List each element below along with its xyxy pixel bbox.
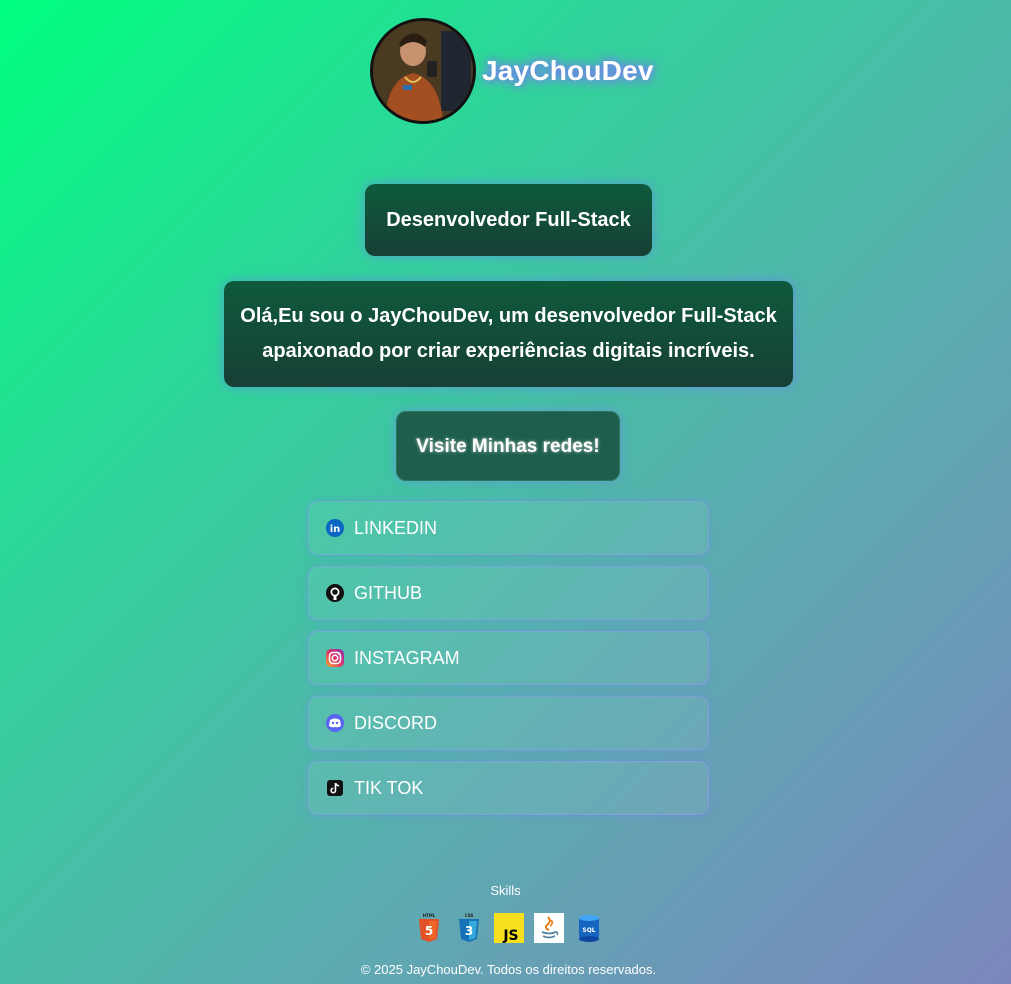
css3-icon: CSS 3 [459,913,479,942]
intro-line-2: apaixonado por criar experiências digita… [262,340,755,362]
javascript-icon: JS [494,913,524,943]
footer-copyright: © 2025 JayChouDev. Todos os direitos res… [360,962,657,977]
svg-text:SQL: SQL [582,927,595,934]
linkedin-icon: in [326,519,344,537]
intro-card: Olá,Eu sou o JayChouDev, um desenvolvedo… [224,281,793,387]
html5-icon: HTML 5 [419,913,439,942]
java-icon [534,913,564,943]
link-tiktok[interactable]: TIK TOK [308,761,709,815]
svg-text:HTML: HTML [423,913,436,918]
tiktok-icon [327,780,343,796]
role-title: Desenvolvedor Full-Stack [365,184,652,256]
brand-name: JayChouDev [482,55,654,86]
link-label: LINKEDIN [354,517,438,538]
svg-text:JS: JS [502,928,518,943]
skills-heading: Skills [490,883,521,898]
profile-header: JayChouDev [370,18,654,124]
link-label: DISCORD [354,712,438,733]
intro-line-1: Olá,Eu sou o JayChouDev, um desenvolvedo… [240,305,777,327]
svg-text:CSS: CSS [465,913,474,918]
avatar [370,18,476,124]
avatar-photo [373,21,473,121]
link-linkedin[interactable]: in LINKEDIN [308,501,709,555]
instagram-icon [326,649,344,667]
link-github[interactable]: GITHUB [308,566,709,620]
skills-icons: HTML 5 CSS 3 JS SQL [414,913,604,943]
link-instagram[interactable]: INSTAGRAM [308,631,709,685]
discord-icon [326,714,344,732]
social-cta-button[interactable]: Visite Minhas redes! [396,411,620,481]
link-discord[interactable]: DISCORD [308,696,709,750]
svg-text:5: 5 [425,924,433,938]
social-links-list: in LINKEDIN GITHUB INSTAGRAM DISCORD TIK… [308,501,709,826]
sql-icon: SQL [579,915,599,942]
link-label: TIK TOK [354,777,424,798]
svg-text:in: in [330,524,341,535]
svg-text:3: 3 [465,924,473,938]
link-label: INSTAGRAM [354,647,460,668]
github-icon [326,584,344,602]
link-label: GITHUB [354,582,423,603]
